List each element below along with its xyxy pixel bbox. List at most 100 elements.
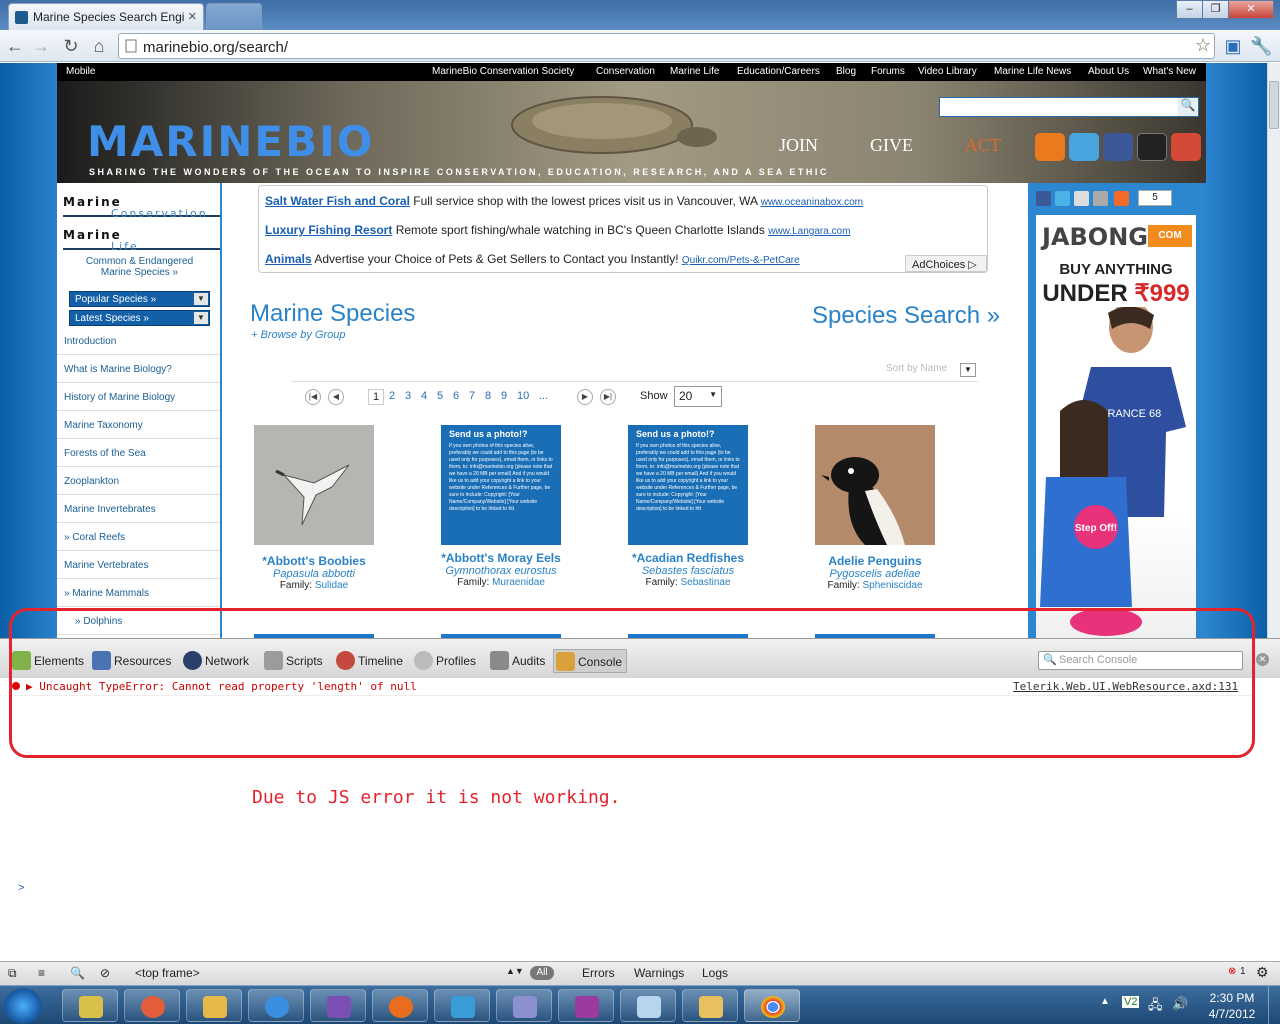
species-card[interactable]: Send us a photo!? If you own photos of t… xyxy=(426,425,576,588)
tab-active[interactable]: Marine Species Search Engi ✕ xyxy=(8,3,204,30)
taskbar-app[interactable] xyxy=(372,989,428,1022)
addthis-icon[interactable] xyxy=(1114,191,1129,206)
twitter-share-icon[interactable] xyxy=(1055,191,1070,206)
search-icon[interactable]: 🔍 xyxy=(1178,98,1198,116)
dock-icon[interactable]: ⧉ xyxy=(8,966,17,981)
rss-icon[interactable] xyxy=(1035,133,1065,161)
species-scientific-name[interactable]: Gymnothorax eurostus xyxy=(426,565,576,577)
taskbar-app[interactable] xyxy=(62,989,118,1022)
next-page-button[interactable]: ▶ xyxy=(577,389,593,405)
ad-url[interactable]: Quikr.com/Pets-&-PetCare xyxy=(682,255,800,266)
page-size-select[interactable]: 20 ▼ xyxy=(674,386,722,407)
error-count-icon[interactable]: ⊗ xyxy=(1228,966,1236,977)
first-page-button[interactable]: |◀ xyxy=(305,389,321,405)
species-common-name[interactable]: *Acadian Redfishes xyxy=(613,551,763,565)
nav-invertebrates[interactable]: Marine Invertebrates xyxy=(57,495,220,523)
error-count[interactable]: 1 xyxy=(1240,966,1246,977)
nav-forests[interactable]: Forests of the Sea xyxy=(57,439,220,467)
species-common-name[interactable]: Adelie Penguins xyxy=(800,554,950,568)
show-desktop-button[interactable] xyxy=(1268,986,1280,1024)
topnav-link[interactable]: About Us xyxy=(1088,66,1129,77)
adchoices-button[interactable]: AdChoices ▷ xyxy=(905,255,987,272)
google-plus-icon[interactable] xyxy=(1171,133,1201,161)
browse-by-group-link[interactable]: + Browse by Group xyxy=(251,329,345,341)
nav-taxonomy[interactable]: Marine Taxonomy xyxy=(57,411,220,439)
topnav-link[interactable]: What's New xyxy=(1143,66,1196,77)
close-window-button[interactable]: ✕ xyxy=(1228,0,1274,19)
ad-row[interactable]: Salt Water Fish and Coral Full service s… xyxy=(265,194,863,208)
latest-species-dropdown[interactable]: Latest Species » ▼ xyxy=(69,310,210,326)
booby-photo[interactable] xyxy=(254,425,374,545)
facebook-share-icon[interactable] xyxy=(1036,191,1051,206)
jabong-ad[interactable]: JABONG COM BUY ANYTHING UNDER ₹999 FRANC… xyxy=(1036,215,1196,638)
bookmark-star-icon[interactable]: ☆ xyxy=(1195,35,1211,56)
species-card[interactable]: *Abbott's Boobies Papasula abbotti Famil… xyxy=(239,425,389,591)
mobile-link[interactable]: Mobile xyxy=(66,66,95,77)
species-scientific-name[interactable]: Pygoscelis adeliae xyxy=(800,568,950,580)
reload-button[interactable]: ↻ xyxy=(60,35,82,57)
taskbar-app[interactable] xyxy=(434,989,490,1022)
ad-row[interactable]: Animals Advertise your Choice of Pets & … xyxy=(265,252,800,266)
taskbar-app[interactable] xyxy=(558,989,614,1022)
ad-title[interactable]: Luxury Fishing Resort xyxy=(265,223,392,237)
taskbar-app[interactable] xyxy=(496,989,552,1022)
page-number[interactable]: 10 xyxy=(513,389,533,405)
species-scientific-name[interactable]: Sebastes fasciatus xyxy=(613,565,763,577)
act-link[interactable]: ACT xyxy=(965,135,1001,156)
facebook-icon[interactable] xyxy=(1103,133,1133,161)
topnav-link[interactable]: Conservation xyxy=(596,66,655,77)
filter-all[interactable]: All xyxy=(530,966,554,980)
inspect-icon[interactable]: 🔍 xyxy=(70,966,85,980)
scrollbar-thumb[interactable] xyxy=(1269,81,1279,129)
close-devtools-icon[interactable]: ✕ xyxy=(1256,653,1269,666)
species-common-name[interactable]: *Abbott's Boobies xyxy=(239,554,389,568)
network-tray-icon[interactable]: 🖧 xyxy=(1148,996,1163,1018)
topnav-link[interactable]: Blog xyxy=(836,66,856,77)
endangered-species-link[interactable]: Common & Endangered Marine Species » xyxy=(77,256,202,278)
start-button[interactable] xyxy=(4,988,42,1024)
sort-by-label[interactable]: Sort by Name xyxy=(886,363,947,374)
filter-errors[interactable]: Errors xyxy=(582,966,615,980)
nav-coral-reefs[interactable]: » Coral Reefs xyxy=(57,523,220,551)
tray-expand-icon[interactable]: ▲ xyxy=(1100,996,1110,1007)
wrench-icon[interactable]: 🔧 xyxy=(1250,35,1272,57)
nav-marine-mammals[interactable]: » Marine Mammals xyxy=(57,579,220,607)
topnav-link[interactable]: Marine Life News xyxy=(994,66,1071,77)
home-button[interactable]: ⌂ xyxy=(88,35,110,57)
console-toggle-icon[interactable]: ≡ xyxy=(38,966,45,980)
species-common-name[interactable]: *Abbott's Moray Eels xyxy=(426,551,576,565)
settings-gear-icon[interactable]: ⚙ xyxy=(1256,964,1269,981)
topnav-link[interactable]: Marine Life xyxy=(670,66,719,77)
send-photo-placeholder[interactable]: Send us a photo!? If you own photos of t… xyxy=(441,425,561,545)
nav-introduction[interactable]: Introduction xyxy=(57,327,220,355)
ad-title[interactable]: Animals xyxy=(265,252,312,266)
page-number[interactable]: 2 xyxy=(385,389,399,405)
page-number[interactable]: 3 xyxy=(401,389,415,405)
frame-selector-arrow-icon[interactable]: ▲▼ xyxy=(506,966,524,976)
frame-selector[interactable]: <top frame> xyxy=(135,966,200,980)
back-button[interactable]: ← xyxy=(4,35,26,57)
species-scientific-name[interactable]: Papasula abbotti xyxy=(239,568,389,580)
taskbar-app[interactable] xyxy=(682,989,738,1022)
ad-row[interactable]: Luxury Fishing Resort Remote sport fishi… xyxy=(265,223,850,237)
system-clock[interactable]: 2:30 PM 4/7/2012 xyxy=(1200,990,1264,1022)
forward-button[interactable]: → xyxy=(30,35,52,57)
marine-life-heading[interactable]: Marine Life xyxy=(63,228,220,252)
topnav-link[interactable]: Video Library xyxy=(918,66,977,77)
penguin-photo[interactable] xyxy=(815,425,935,545)
marinebio-logo[interactable]: MARINEBIO xyxy=(87,117,374,166)
console-prompt[interactable]: > xyxy=(18,882,24,894)
family-link[interactable]: Spheniscidae xyxy=(862,580,922,591)
nav-history[interactable]: History of Marine Biology xyxy=(57,383,220,411)
page-number[interactable]: 5 xyxy=(433,389,447,405)
ad-title[interactable]: Salt Water Fish and Coral xyxy=(265,194,410,208)
topnav-link[interactable]: Education/Careers xyxy=(737,66,820,77)
prev-page-button[interactable]: ◀ xyxy=(328,389,344,405)
address-bar[interactable]: marinebio.org/search/ ☆ xyxy=(118,33,1215,59)
family-link[interactable]: Sulidae xyxy=(315,580,348,591)
nav-what-is-marine-biology[interactable]: What is Marine Biology? xyxy=(57,355,220,383)
sort-dropdown-icon[interactable]: ▼ xyxy=(960,363,976,377)
family-link[interactable]: Muraenidae xyxy=(492,577,545,588)
family-link[interactable]: Sebastinae xyxy=(680,577,730,588)
print-icon[interactable] xyxy=(1093,191,1108,206)
